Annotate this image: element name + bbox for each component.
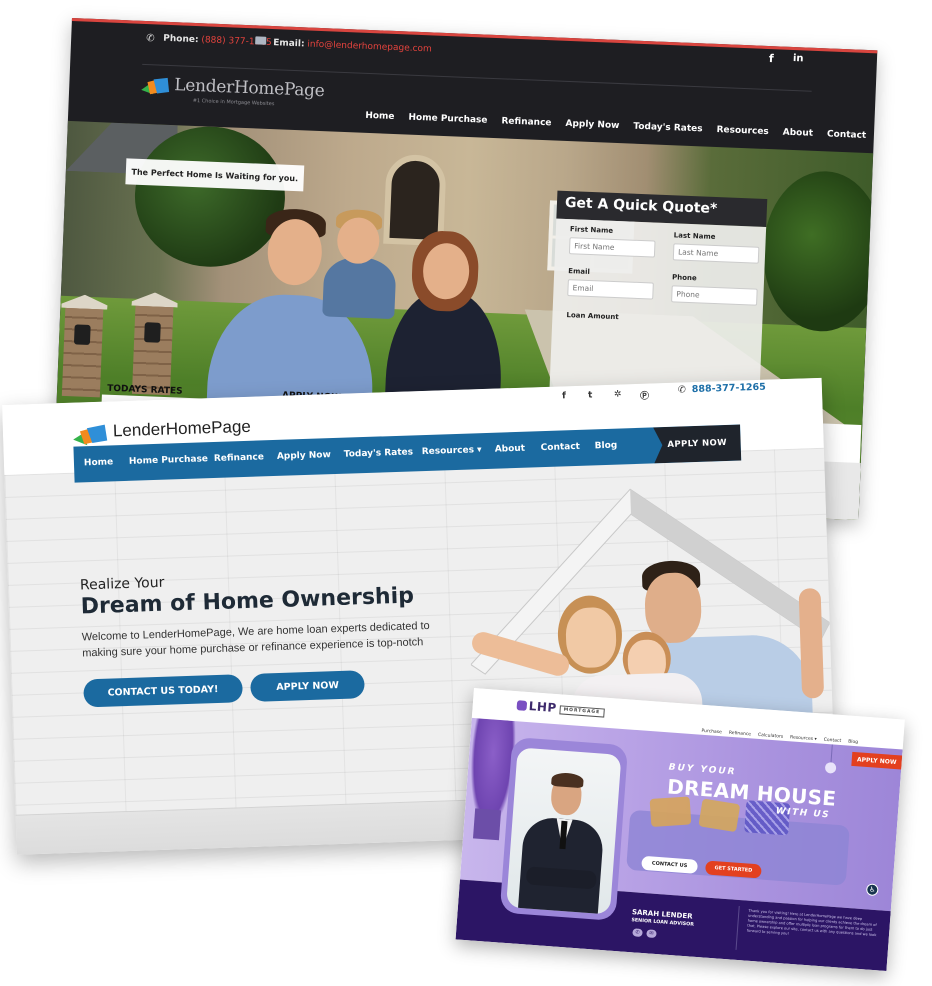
last-name-label: Last Name — [673, 231, 716, 241]
email-address[interactable]: info@lenderhomepage.com — [307, 39, 432, 54]
nav-home[interactable]: Home — [358, 111, 402, 123]
pinterest-icon[interactable]: Ⓟ — [640, 389, 649, 402]
contact-us-today-button[interactable]: CONTACT US TODAY! — [83, 674, 243, 708]
logo[interactable]: LHP MORTGAGE — [516, 698, 605, 718]
feature-heading: TODAYS RATES — [106, 383, 183, 397]
face — [565, 606, 618, 669]
mailbox-pillar — [61, 305, 104, 398]
nav-about[interactable]: About — [495, 444, 526, 455]
nav-blog[interactable]: Blog — [848, 740, 858, 746]
nav-blog[interactable]: Blog — [873, 131, 877, 142]
about-text: Thank you for visiting! Here at LenderHo… — [746, 908, 877, 938]
email-icon — [255, 36, 267, 45]
first-name-input[interactable] — [568, 237, 656, 258]
email-input[interactable] — [567, 279, 654, 300]
email-label: Email: — [272, 38, 305, 50]
nav-home[interactable]: Home — [84, 457, 114, 468]
logo-name: LHP — [528, 699, 558, 716]
apply-now-button[interactable]: APPLY NOW — [653, 425, 741, 464]
linkedin-icon[interactable]: in — [793, 53, 804, 64]
face — [336, 216, 381, 265]
person — [322, 256, 397, 320]
face — [266, 218, 324, 287]
phone-label: Phone — [671, 273, 697, 283]
hair — [551, 771, 584, 789]
hero-content: Realize Your Dream of Home Ownership Wel… — [80, 565, 464, 708]
nav-about[interactable]: About — [776, 127, 821, 139]
nav-resources[interactable]: Resources — [709, 125, 776, 138]
nav-todays-rates[interactable]: Today's Rates — [626, 121, 710, 135]
phone-icon: ✆ — [146, 33, 155, 45]
logo-badge: MORTGAGE — [559, 705, 605, 718]
logo-name: LenderHomePage — [112, 416, 252, 441]
apply-now-hero-button[interactable]: APPLY NOW — [249, 670, 366, 702]
nav-home-purchase[interactable]: Home Purchase — [401, 112, 494, 126]
arm — [798, 587, 825, 699]
last-name-input[interactable] — [672, 243, 760, 264]
tree — [760, 168, 874, 334]
logo[interactable]: LenderHomePage #1 Choice in Mortgage Web… — [141, 74, 325, 107]
mailbox-pillar — [131, 303, 174, 396]
first-name-label: First Name — [569, 225, 614, 235]
yelp-icon[interactable]: ✲ — [614, 389, 622, 399]
phone-icon[interactable]: ✆ — [632, 928, 643, 937]
nav-apply-now[interactable]: Apply Now — [558, 119, 626, 132]
nav-blog[interactable]: Blog — [595, 441, 618, 452]
phone-input[interactable] — [671, 285, 758, 306]
pendant-lamp — [830, 744, 833, 765]
loan-amount-label: Loan Amount — [566, 311, 619, 322]
nav-resources[interactable]: Resources ▾ — [422, 445, 482, 457]
nav-contact[interactable]: Contact — [541, 442, 581, 453]
logo-mark-icon — [73, 424, 108, 446]
twitter-icon[interactable]: t — [588, 390, 593, 400]
advisor-photo — [506, 747, 622, 915]
hero-content: BUY YOUR DREAM HOUSE WITH US — [666, 762, 838, 820]
phone-label: Phone: — [163, 33, 199, 46]
plant-pot — [472, 808, 502, 841]
nav-apply-now[interactable]: Apply Now — [277, 450, 331, 462]
divider — [735, 905, 740, 950]
phone-icon: ✆ — [677, 384, 687, 396]
accessibility-icon[interactable]: ♿ — [865, 883, 879, 897]
logo-mark-icon — [516, 700, 528, 711]
nav-refinance[interactable]: Refinance — [494, 116, 558, 129]
email-icon[interactable]: ✉ — [646, 929, 657, 939]
email-contact[interactable]: Email: info@lenderhomepage.com — [273, 38, 432, 54]
email-label: Email — [568, 267, 590, 276]
nav-todays-rates[interactable]: Today's Rates — [344, 447, 414, 459]
facebook-icon[interactable]: f — [769, 52, 774, 65]
screenshot-purple-theme: LHP MORTGAGE Purchase Refinance Calculato… — [455, 688, 905, 971]
logo-mark-icon — [141, 77, 170, 95]
phone-number: 888-377-1265 — [691, 381, 766, 396]
facebook-icon[interactable]: f — [562, 391, 566, 401]
nav-contact[interactable]: Contact — [820, 129, 874, 141]
nav-refinance[interactable]: Refinance — [214, 452, 264, 464]
nav-home-purchase[interactable]: Home Purchase — [129, 454, 208, 467]
header-phone[interactable]: ✆ 888-377-1265 — [678, 382, 766, 396]
logo-tagline: #1 Choice in Mortgage Websites — [192, 97, 275, 108]
hero-description: Welcome to LenderHomePage, We are home l… — [81, 619, 430, 660]
advisor-photo-card — [499, 736, 629, 921]
